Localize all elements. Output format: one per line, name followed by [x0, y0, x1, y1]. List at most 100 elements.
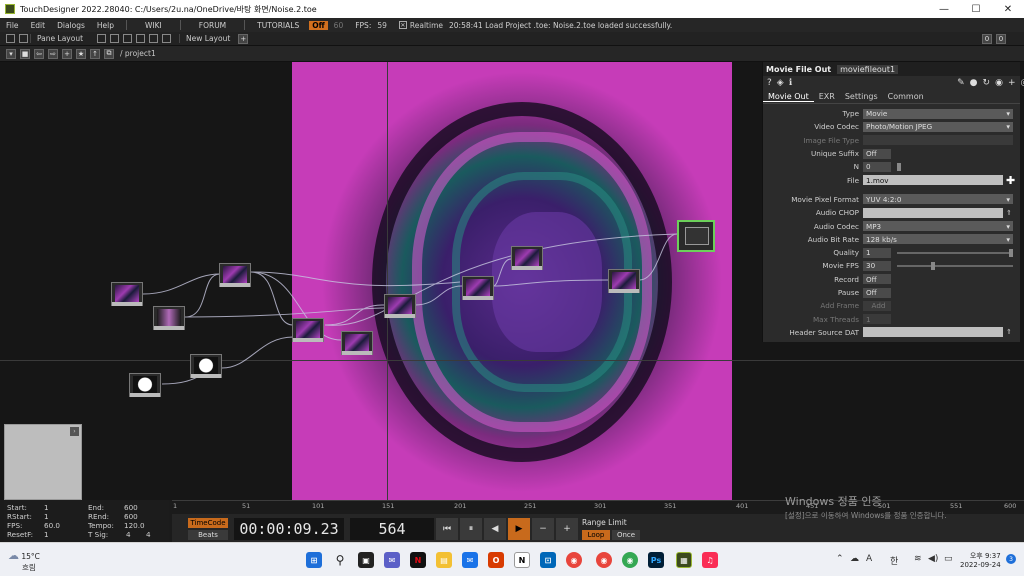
- python-icon[interactable]: ◈: [777, 78, 784, 88]
- star-icon[interactable]: ★: [76, 48, 86, 59]
- tempo-value[interactable]: 120.0: [124, 521, 145, 530]
- blur-top-node[interactable]: [511, 246, 543, 270]
- step-back-frame-button[interactable]: −: [532, 518, 554, 540]
- header-arrow-icon[interactable]: ⇑: [1006, 328, 1012, 336]
- tsig-numerator[interactable]: 4: [126, 530, 131, 539]
- layout-2-icon[interactable]: [110, 34, 120, 43]
- add-param-icon[interactable]: +: [1008, 78, 1016, 88]
- forward-icon[interactable]: ⇨: [48, 48, 58, 59]
- resetf-value[interactable]: 1: [44, 530, 49, 539]
- pixel-format-menu[interactable]: YUV 4:2:0 ▾: [863, 194, 1013, 205]
- audio-bit-rate-menu[interactable]: 128 kb/s ▾: [863, 234, 1013, 245]
- pane-count-1[interactable]: 0: [996, 33, 1006, 44]
- audio-chop-field[interactable]: [863, 207, 1003, 218]
- maximize-button[interactable]: ☐: [960, 0, 992, 18]
- feedback-top-node[interactable]: [341, 331, 373, 355]
- layout-3-icon[interactable]: [123, 34, 133, 43]
- rstart-value[interactable]: 1: [44, 512, 49, 521]
- file-explorer-icon[interactable]: ▤: [436, 552, 452, 568]
- photoshop-icon[interactable]: Ps: [648, 552, 664, 568]
- null-top-node[interactable]: [608, 269, 640, 293]
- mail-icon[interactable]: ✉: [462, 552, 478, 568]
- displace-top-node[interactable]: [219, 263, 251, 287]
- pane-split-icon[interactable]: [6, 34, 15, 43]
- target-icon[interactable]: ◎: [1020, 78, 1024, 88]
- chrome-profile-icon[interactable]: ◉: [596, 552, 612, 568]
- timeline-ruler[interactable]: 1 51 101 151 201 251 301 351 401 451 501…: [172, 500, 1024, 510]
- music-icon[interactable]: ♫: [702, 552, 718, 568]
- chrome-icon[interactable]: ◉: [566, 552, 582, 568]
- search-icon[interactable]: ⚲: [332, 552, 348, 568]
- refresh-icon[interactable]: ↻: [983, 78, 991, 88]
- pane-layout-tab[interactable]: Pane Layout: [30, 34, 89, 43]
- dropdown-icon[interactable]: ▾: [6, 48, 16, 59]
- loop-button[interactable]: Loop: [582, 530, 610, 540]
- audio-codec-menu[interactable]: MP3 ▾: [863, 221, 1013, 232]
- end-value[interactable]: 600: [124, 503, 138, 512]
- up-icon[interactable]: ↑: [90, 48, 100, 59]
- layout-4-icon[interactable]: [136, 34, 146, 43]
- file-browse-icon[interactable]: ✚: [1006, 174, 1015, 187]
- volume-icon[interactable]: ◀): [928, 554, 938, 564]
- wiki-button[interactable]: WIKI: [133, 21, 174, 30]
- pause-toggle[interactable]: Off: [863, 287, 891, 298]
- step-back-button[interactable]: ◀: [484, 518, 506, 540]
- pause-button[interactable]: ⏸: [460, 518, 482, 540]
- quality-slider[interactable]: [897, 251, 1013, 254]
- menu-help[interactable]: Help: [91, 21, 120, 30]
- layout-5-icon[interactable]: [149, 34, 159, 43]
- composite-top-node[interactable]: [292, 318, 324, 342]
- touchdesigner-taskbar-icon[interactable]: ▦: [676, 552, 692, 568]
- record-toggle[interactable]: Off: [863, 274, 891, 285]
- timecode-display[interactable]: 00:00:09.23: [234, 518, 344, 540]
- tab-exr[interactable]: EXR: [814, 92, 840, 101]
- expand-icon[interactable]: ›: [70, 427, 79, 436]
- video-codec-menu[interactable]: Photo/Motion JPEG ▾: [863, 121, 1013, 132]
- anchor-icon[interactable]: [19, 34, 28, 43]
- circle2-top-node[interactable]: [129, 373, 161, 397]
- tutorials-button[interactable]: TUTORIALS: [251, 21, 305, 30]
- play-button[interactable]: ▶: [508, 518, 530, 540]
- realtime-fps-toggle[interactable]: Off: [309, 20, 328, 30]
- task-view-icon[interactable]: ▣: [358, 552, 374, 568]
- info-icon[interactable]: ℹ: [789, 78, 792, 88]
- comment-icon[interactable]: ●: [970, 78, 978, 88]
- fps-slider[interactable]: [897, 265, 1013, 268]
- quality-field[interactable]: 1: [863, 247, 891, 258]
- forum-button[interactable]: FORUM: [187, 21, 238, 30]
- op-name-field[interactable]: moviefileout1: [837, 64, 899, 74]
- tab-movie-out[interactable]: Movie Out: [763, 92, 814, 102]
- minimize-button[interactable]: —: [928, 0, 960, 18]
- copy-icon[interactable]: ⧉: [104, 48, 114, 59]
- type-menu[interactable]: Movie ▾: [863, 108, 1013, 119]
- audio-chop-arrow-icon[interactable]: ⇑: [1006, 209, 1012, 217]
- wifi-icon[interactable]: ≋: [914, 554, 922, 564]
- n-field[interactable]: 0: [863, 161, 891, 172]
- rend-value[interactable]: 600: [124, 512, 138, 521]
- file-field[interactable]: 1.mov: [863, 175, 1003, 186]
- office-icon[interactable]: O: [488, 552, 504, 568]
- notification-badge[interactable]: 3: [1006, 554, 1016, 564]
- add-icon[interactable]: +: [62, 48, 72, 59]
- layout-1-icon[interactable]: [97, 34, 107, 43]
- battery-icon[interactable]: ▭: [944, 554, 953, 564]
- quality-knob[interactable]: [1009, 248, 1013, 257]
- fps-value[interactable]: 60.0: [44, 521, 60, 530]
- fps-knob[interactable]: [931, 262, 935, 271]
- help-icon[interactable]: ?: [767, 78, 772, 88]
- system-clock[interactable]: 오후 9:37 2022-09-24: [960, 551, 1001, 569]
- menu-file[interactable]: File: [0, 21, 25, 30]
- header-source-field[interactable]: [863, 327, 1003, 338]
- rewind-button[interactable]: ⏮: [436, 518, 458, 540]
- start-icon[interactable]: ⊞: [306, 552, 322, 568]
- tsig-denominator[interactable]: 4: [146, 530, 151, 539]
- python-logo-icon[interactable]: ◉: [995, 78, 1003, 88]
- pane-count-0[interactable]: 0: [982, 33, 992, 44]
- transform-top-node[interactable]: [384, 294, 416, 318]
- weather-widget[interactable]: ☁ 15°C 흐림: [8, 549, 40, 573]
- store-icon[interactable]: ⊡: [540, 552, 556, 568]
- netflix-icon[interactable]: N: [410, 552, 426, 568]
- menu-edit[interactable]: Edit: [25, 21, 52, 30]
- start-value[interactable]: 1: [44, 503, 49, 512]
- realtime-checkbox[interactable]: ✕: [398, 21, 407, 29]
